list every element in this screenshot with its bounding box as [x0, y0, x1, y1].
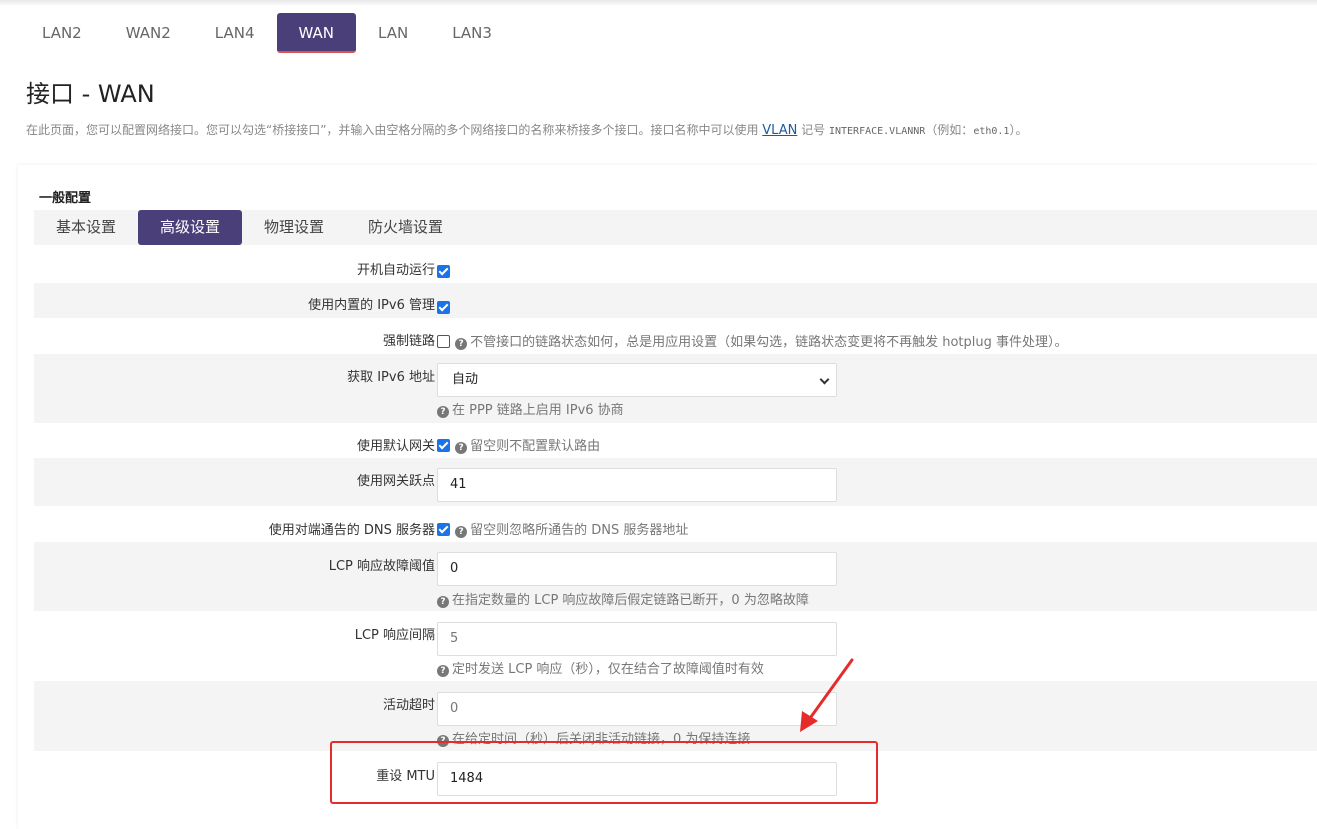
row-gateway-metric: 使用网关跃点 41 — [34, 458, 1317, 506]
row-ipv6-address: 获取 IPv6 地址 自动 ? 在 PPP 链路上启用 IPv6 协商 — [34, 354, 1317, 423]
lcp-interval-input[interactable]: 5 — [437, 622, 837, 656]
idle-timeout-label: 活动超时 — [382, 698, 435, 713]
tab-lan3[interactable]: LAN3 — [430, 13, 514, 53]
tab-firewall-settings[interactable]: 防火墙设置 — [346, 210, 465, 245]
tab-physical-settings[interactable]: 物理设置 — [242, 210, 346, 245]
help-icon: ? — [437, 665, 449, 677]
ipv6-address-select[interactable]: 自动 — [437, 363, 837, 397]
lcp-interval-help: ? 定时发送 LCP 响应（秒），仅在结合了故障阈值时有效 — [437, 658, 764, 677]
row-peer-dns: 使用对端通告的 DNS 服务器 ? 留空则忽略所通告的 DNS 服务器地址 — [34, 506, 1317, 542]
desc-code-1: INTERFACE.VLANNR — [828, 126, 926, 137]
default-gateway-checkbox[interactable] — [437, 439, 450, 452]
default-gateway-help-text: 留空则不配置默认路由 — [470, 439, 601, 454]
ipv6-address-help-text: 在 PPP 链路上启用 IPv6 协商 — [452, 403, 624, 418]
builtin-ipv6-label: 使用内置的 IPv6 管理 — [308, 298, 435, 313]
peer-dns-help: ? 留空则忽略所通告的 DNS 服务器地址 — [455, 523, 688, 538]
default-gateway-help: ? 留空则不配置默认路由 — [455, 439, 600, 454]
desc-text-2: 记号 — [797, 123, 829, 137]
help-icon: ? — [455, 338, 468, 350]
peer-dns-help-text: 留空则忽略所通告的 DNS 服务器地址 — [470, 523, 689, 538]
force-link-help: ? 不管接口的链路状态如何，总是用应用设置（如果勾选，链路状态变更将不再触发 ho… — [455, 335, 1068, 350]
idle-timeout-input[interactable]: 0 — [437, 692, 837, 726]
default-gateway-label: 使用默认网关 — [356, 439, 435, 454]
ipv6-address-label: 获取 IPv6 地址 — [347, 370, 435, 385]
annotation-arrow — [800, 658, 854, 732]
row-lcp-interval: LCP 响应间隔 5 ? 定时发送 LCP 响应（秒），仅在结合了故障阈值时有效 — [34, 611, 1317, 681]
section-title: 一般配置 — [39, 191, 92, 206]
help-icon: ? — [437, 596, 449, 608]
peer-dns-checkbox[interactable] — [437, 523, 450, 536]
desc-text-3: （例如： — [925, 123, 974, 137]
lcp-interval-label: LCP 响应间隔 — [354, 628, 435, 643]
desc-code-2: eth0.1 — [973, 126, 1010, 137]
gateway-metric-input[interactable]: 41 — [437, 468, 837, 502]
tab-lan[interactable]: LAN — [356, 13, 430, 53]
builtin-ipv6-checkbox[interactable] — [437, 301, 450, 314]
row-auto-start: 开机自动运行 — [34, 247, 1317, 283]
page-description: 在此页面，您可以配置网络接口。您可以勾选“桥接接口”，并输入由空格分隔的多个网络… — [26, 121, 1027, 138]
gateway-metric-label: 使用网关跃点 — [356, 474, 435, 489]
desc-text-4: ）。 — [1009, 123, 1028, 137]
force-link-checkbox[interactable] — [437, 335, 450, 348]
tab-advanced-settings[interactable]: 高级设置 — [138, 210, 243, 245]
page-title: 接口 - WAN — [26, 80, 155, 108]
tab-wan2[interactable]: WAN2 — [104, 13, 193, 53]
general-config-card: 一般配置 基本设置 高级设置 物理设置 防火墙设置 开机自动运行 使用内置的 I… — [18, 165, 1317, 829]
help-icon: ? — [455, 526, 468, 538]
settings-tabs: 基本设置 高级设置 物理设置 防火墙设置 — [34, 210, 1317, 245]
tab-lan2[interactable]: LAN2 — [20, 13, 104, 53]
auto-start-label: 开机自动运行 — [356, 263, 435, 278]
arrow-shaft — [806, 658, 854, 723]
interface-tabs: LAN2 WAN2 LAN4 WAN LAN LAN3 — [20, 13, 514, 53]
tab-lan4[interactable]: LAN4 — [193, 13, 277, 53]
desc-text-1: 在此页面，您可以配置网络接口。您可以勾选“桥接接口”，并输入由空格分隔的多个网络… — [26, 123, 763, 137]
lcp-failure-help-text: 在指定数量的 LCP 响应故障后假定链路已断开，0 为忽略故障 — [452, 593, 809, 608]
chevron-down-icon — [819, 374, 830, 385]
row-force-link: 强制链路 ? 不管接口的链路状态如何，总是用应用设置（如果勾选，链路状态变更将不再… — [34, 318, 1317, 354]
ipv6-address-value: 自动 — [452, 372, 479, 387]
vlan-link[interactable]: VLAN — [762, 123, 797, 138]
help-icon: ? — [437, 406, 449, 418]
row-lcp-failure: LCP 响应故障阈值 0 ? 在指定数量的 LCP 响应故障后假定链路已断开，0 … — [34, 542, 1317, 611]
top-shadow — [0, 0, 1317, 6]
lcp-interval-help-text: 定时发送 LCP 响应（秒），仅在结合了故障阈值时有效 — [452, 662, 764, 677]
lcp-failure-help: ? 在指定数量的 LCP 响应故障后假定链路已断开，0 为忽略故障 — [437, 589, 809, 608]
tab-basic-settings[interactable]: 基本设置 — [34, 210, 138, 245]
lcp-failure-input[interactable]: 0 — [437, 552, 837, 586]
arrow-head — [800, 711, 818, 732]
row-builtin-ipv6: 使用内置的 IPv6 管理 — [34, 283, 1317, 318]
force-link-help-text: 不管接口的链路状态如何，总是用应用设置（如果勾选，链路状态变更将不再触发 hot… — [470, 335, 1068, 350]
force-link-label: 强制链路 — [382, 334, 435, 349]
help-icon: ? — [455, 442, 468, 454]
lcp-failure-label: LCP 响应故障阈值 — [328, 559, 435, 574]
ipv6-address-help: ? 在 PPP 链路上启用 IPv6 协商 — [437, 399, 624, 418]
row-default-gateway: 使用默认网关 ? 留空则不配置默认路由 — [34, 423, 1317, 458]
auto-start-checkbox[interactable] — [437, 265, 450, 278]
tab-wan[interactable]: WAN — [276, 13, 357, 53]
peer-dns-label: 使用对端通告的 DNS 服务器 — [268, 523, 435, 538]
annotation-highlight-box — [330, 741, 878, 804]
